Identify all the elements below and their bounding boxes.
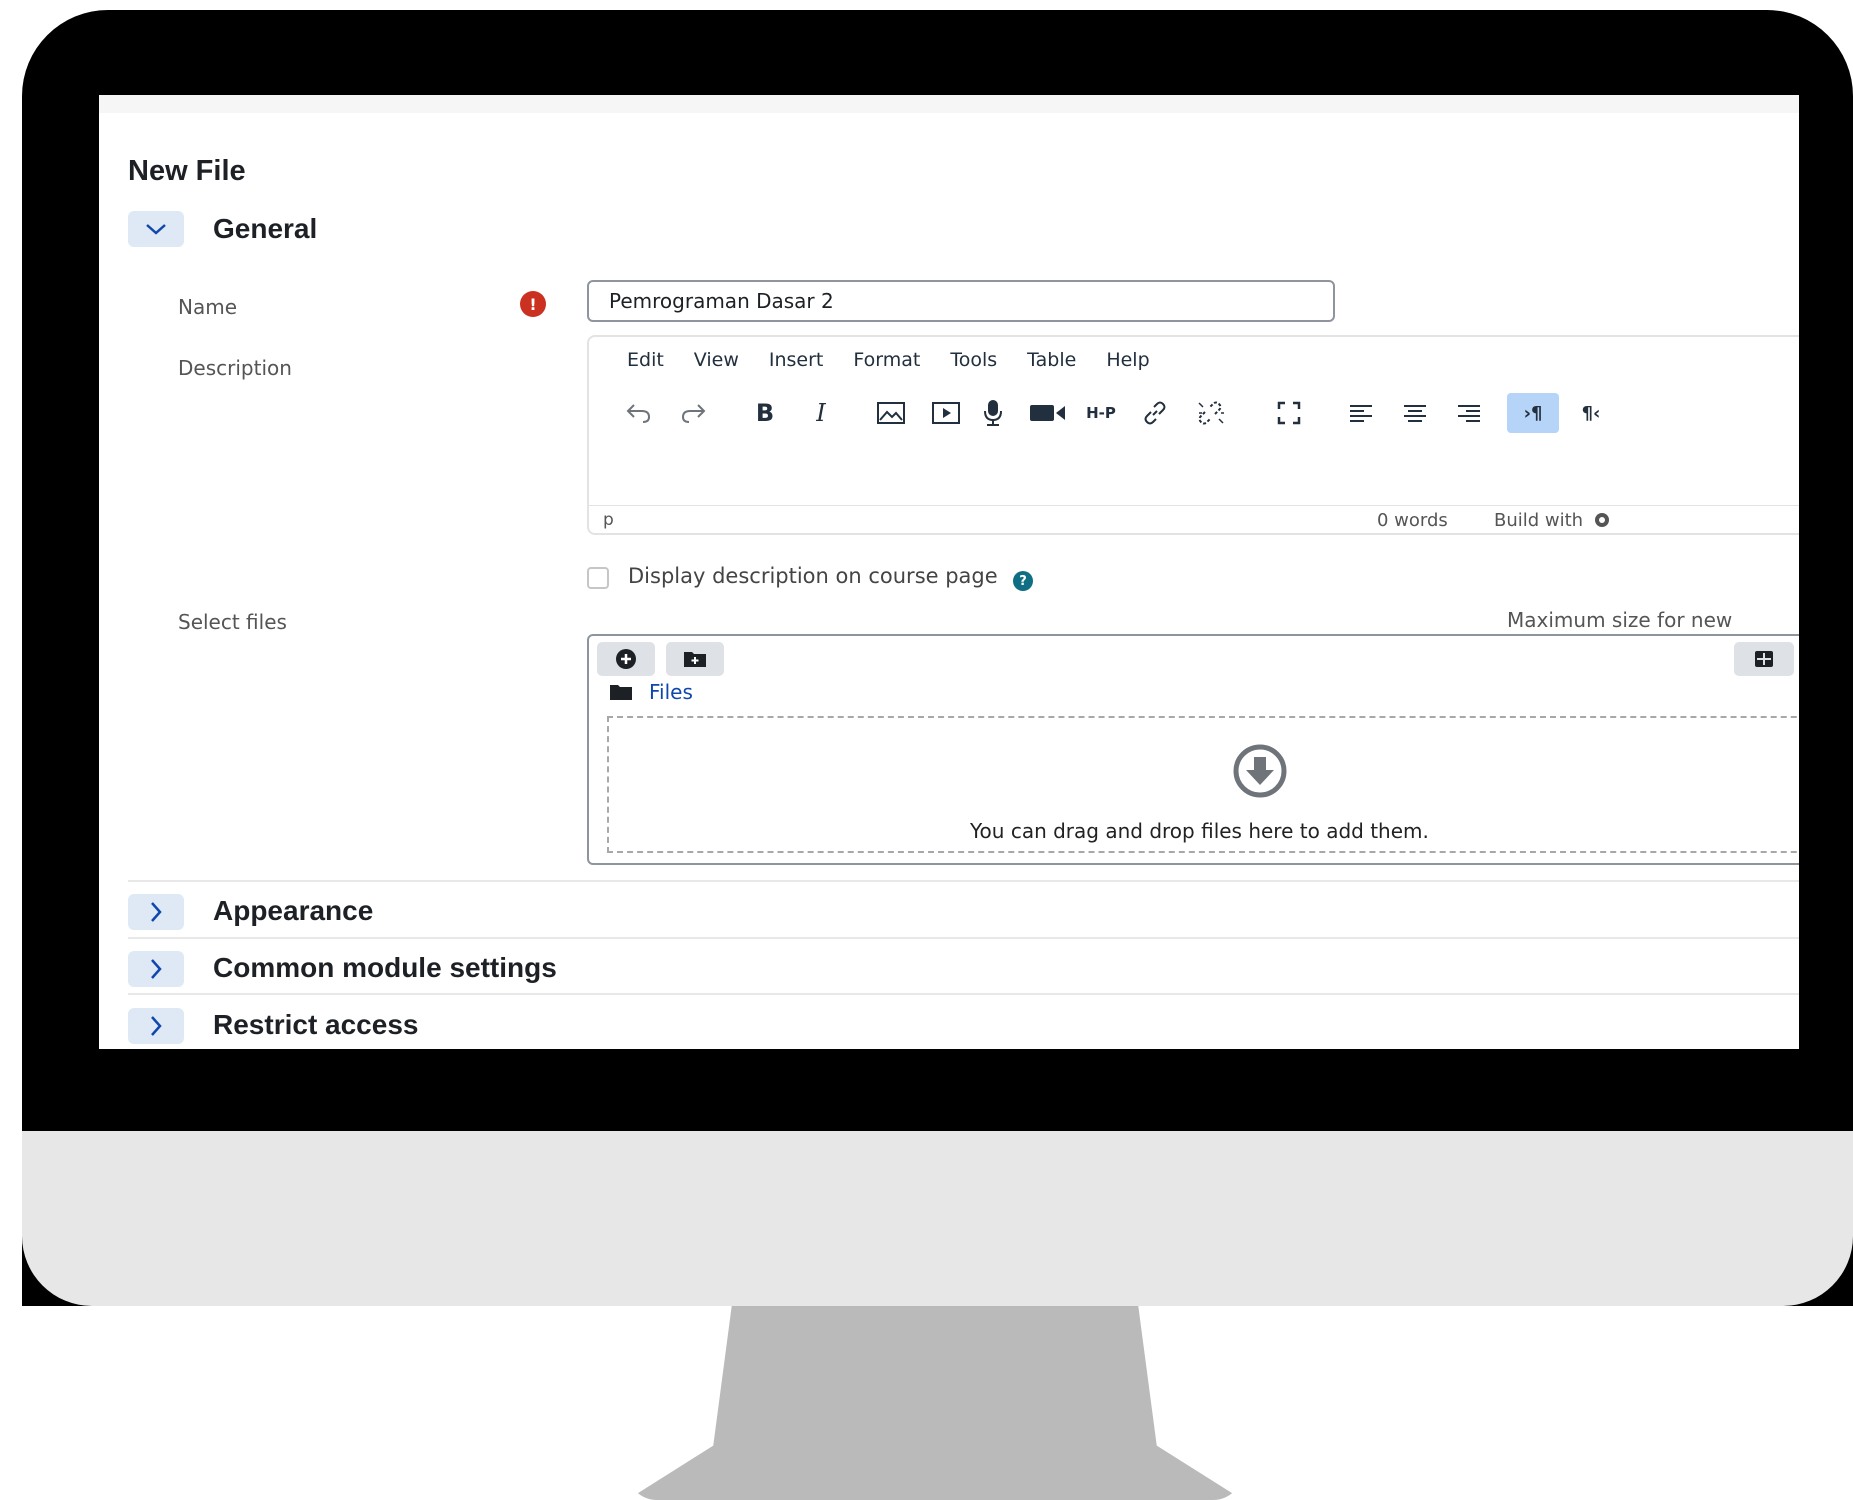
build-with-text: Build with — [1494, 510, 1584, 531]
align-center-icon — [1404, 405, 1426, 422]
section-title-general[interactable]: General — [213, 213, 317, 245]
bold-button[interactable]: B — [745, 393, 785, 433]
h5p-button[interactable]: H-P — [1079, 393, 1123, 433]
undo-icon — [626, 404, 651, 423]
section-toggle-general[interactable] — [128, 211, 184, 247]
record-video-button[interactable] — [1025, 393, 1071, 433]
section-toggle-appearance[interactable] — [128, 894, 184, 930]
grid-view-icon — [1755, 651, 1773, 667]
section-divider — [128, 880, 1799, 882]
main-content: New File General Name ! Description Edit… — [99, 113, 1799, 1049]
image-button[interactable] — [871, 393, 911, 433]
menu-view[interactable]: View — [694, 349, 739, 371]
drop-zone-text: You can drag and drop files here to add … — [970, 819, 1429, 843]
align-left-icon — [1350, 405, 1372, 422]
section-title-common-module-settings[interactable]: Common module settings — [213, 952, 557, 984]
description-label: Description — [178, 356, 292, 380]
add-file-icon — [616, 649, 636, 669]
maximum-size-text: Maximum size for new — [1507, 608, 1733, 632]
monitor-stand — [627, 1306, 1243, 1500]
menu-edit[interactable]: Edit — [627, 349, 664, 371]
unlink-button[interactable] — [1189, 393, 1233, 433]
description-editor[interactable]: Edit View Insert Format Tools Table Help… — [587, 335, 1799, 535]
name-label: Name — [178, 295, 238, 319]
image-icon — [877, 402, 905, 424]
rtl-button[interactable]: ¶‹ — [1571, 393, 1611, 433]
fullscreen-button[interactable] — [1269, 393, 1309, 433]
editor-menubar: Edit View Insert Format Tools Table Help — [627, 349, 1180, 371]
link-icon — [1144, 401, 1166, 425]
monitor-chin — [22, 1131, 1853, 1306]
menu-format[interactable]: Format — [853, 349, 920, 371]
ltr-button[interactable]: ›¶ — [1507, 393, 1559, 433]
menu-table[interactable]: Table — [1027, 349, 1076, 371]
menu-insert[interactable]: Insert — [769, 349, 824, 371]
media-icon — [932, 402, 960, 424]
word-count[interactable]: 0 words — [1377, 510, 1448, 531]
undo-button[interactable] — [619, 393, 659, 433]
breadcrumb: Files — [609, 680, 693, 704]
menu-tools[interactable]: Tools — [950, 349, 997, 371]
top-bar — [99, 95, 1799, 113]
video-icon — [1030, 405, 1065, 421]
name-input[interactable] — [587, 280, 1335, 322]
chevron-right-icon — [151, 959, 162, 979]
view-toggle-button[interactable] — [1734, 642, 1794, 676]
help-icon[interactable]: ? — [1013, 571, 1033, 591]
screen: New File General Name ! Description Edit… — [99, 95, 1799, 1049]
page-title: New File — [128, 155, 246, 187]
record-audio-button[interactable] — [973, 393, 1013, 433]
align-right-icon — [1458, 405, 1480, 422]
drop-zone[interactable]: You can drag and drop files here to add … — [607, 716, 1799, 853]
section-toggle-common-module-settings[interactable] — [128, 951, 184, 987]
section-divider — [128, 993, 1799, 995]
add-file-button[interactable] — [597, 642, 655, 676]
create-folder-icon — [684, 652, 706, 667]
select-files-label: Select files — [178, 610, 287, 634]
chevron-right-icon — [151, 902, 162, 922]
create-folder-button[interactable] — [666, 642, 724, 676]
display-description-checkbox[interactable] — [587, 567, 609, 589]
breadcrumb-files[interactable]: Files — [649, 680, 693, 704]
chevron-down-icon — [146, 224, 166, 235]
build-with-label[interactable]: Build with — [1494, 510, 1613, 531]
required-icon: ! — [520, 291, 546, 317]
editor-toolbar: B I H-P ›¶ ¶‹ — [619, 393, 1799, 433]
align-left-button[interactable] — [1341, 393, 1381, 433]
editor-statusbar: p 0 words Build with — [589, 505, 1799, 534]
folder-icon — [610, 685, 632, 700]
align-right-button[interactable] — [1449, 393, 1489, 433]
menu-help[interactable]: Help — [1106, 349, 1149, 371]
section-title-appearance[interactable]: Appearance — [213, 895, 373, 927]
element-path[interactable]: p — [603, 510, 614, 530]
fullscreen-icon — [1277, 401, 1301, 425]
redo-button[interactable] — [673, 393, 713, 433]
chevron-right-icon — [151, 1016, 162, 1036]
section-divider — [128, 937, 1799, 939]
unlink-icon — [1198, 401, 1224, 425]
italic-button[interactable]: I — [801, 393, 841, 433]
file-picker: Files You can drag and drop files here t… — [587, 634, 1799, 865]
download-arrow-icon — [1233, 744, 1287, 798]
align-center-button[interactable] — [1395, 393, 1435, 433]
link-button[interactable] — [1135, 393, 1175, 433]
section-title-restrict-access[interactable]: Restrict access — [213, 1009, 418, 1041]
media-button[interactable] — [926, 393, 966, 433]
section-toggle-restrict-access[interactable] — [128, 1008, 184, 1044]
redo-icon — [681, 404, 706, 423]
microphone-icon — [984, 400, 1002, 426]
display-description-label[interactable]: Display description on course page — [628, 564, 998, 588]
tinymce-logo-icon — [1594, 513, 1609, 527]
